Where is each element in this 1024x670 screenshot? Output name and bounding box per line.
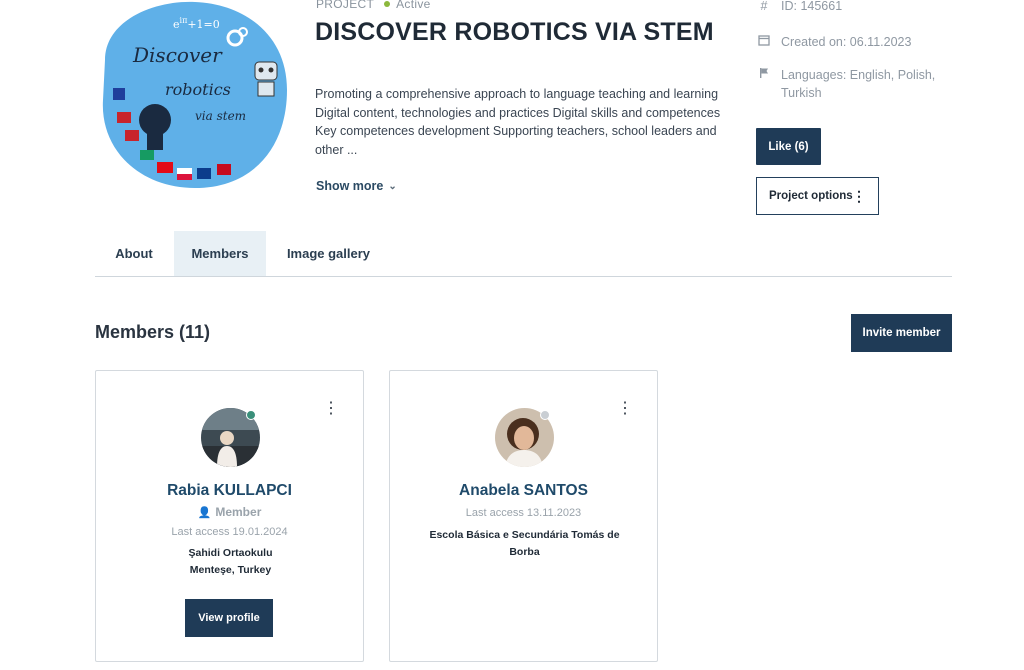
created-date-text: Created on: 06.11.2023 — [781, 35, 912, 49]
invite-member-button[interactable]: Invite member — [851, 314, 952, 352]
member-school: Escola Básica e Secundária Tomás de Borb… — [410, 527, 639, 561]
chevron-down-icon: ⌄ — [388, 181, 397, 192]
kebab-menu-icon: ⋮ — [852, 188, 866, 204]
project-type-label: PROJECT — [316, 0, 375, 11]
tab-about[interactable]: About — [95, 231, 173, 276]
tab-members[interactable]: Members — [174, 231, 266, 276]
member-school: Şahidi Ortaokulu Menteşe, Turkey — [116, 545, 345, 579]
member-card: ⋮ Rabia KULLAPCI 👤 Member Last access 19.… — [95, 370, 364, 662]
card-menu-icon[interactable]: ⋮ — [617, 401, 633, 417]
languages-text: Languages: English, Polish, Turkish — [781, 68, 936, 100]
school-name: Escola Básica e Secundária Tomás de — [429, 529, 620, 541]
member-role-label: Member — [215, 505, 262, 519]
last-access: Last access 13.11.2023 — [465, 507, 582, 519]
project-description: Promoting a comprehensive approach to la… — [315, 87, 721, 157]
project-kicker: PROJECT Active — [316, 0, 431, 11]
project-id-text: ID: 145661 — [781, 0, 843, 13]
project-status: Active — [396, 0, 431, 11]
show-more-link[interactable]: Show more ⌄ — [316, 179, 397, 193]
online-status-dot — [246, 410, 256, 420]
offline-status-dot — [540, 410, 550, 420]
school-location: Menteşe, Turkey — [189, 564, 272, 576]
active-status-dot — [384, 1, 391, 8]
school-name: Şahidi Ortaokulu — [188, 547, 273, 559]
project-tabs: About Members Image gallery — [95, 231, 952, 277]
project-options-button[interactable]: Project options ⋮ — [756, 177, 879, 215]
show-more-label: Show more — [316, 179, 384, 193]
member-name[interactable]: Anabela SANTOS — [390, 482, 657, 500]
members-heading: Members (11) — [95, 322, 211, 342]
hash-icon: # — [760, 0, 768, 13]
svg-text:via stem: via stem — [195, 109, 246, 123]
member-name[interactable]: Rabia KULLAPCI — [96, 482, 363, 500]
school-location: Borba — [509, 546, 540, 558]
calendar-icon — [757, 33, 771, 51]
page-title: DISCOVER ROBOTICS VIA STEM — [315, 18, 714, 46]
svg-text:Discover: Discover — [132, 43, 223, 67]
like-button[interactable]: Like (6) — [756, 128, 821, 165]
last-access: Last access 19.01.2024 — [171, 526, 288, 538]
tab-image-gallery[interactable]: Image gallery — [277, 231, 380, 276]
svg-text:robotics: robotics — [165, 80, 231, 99]
person-icon: 👤 — [197, 507, 212, 519]
view-profile-button[interactable]: View profile — [185, 599, 273, 637]
project-logo: eiπ+1=0 Discover robotics via stem — [95, 0, 290, 190]
card-menu-icon[interactable]: ⋮ — [323, 401, 339, 417]
flag-icon — [757, 66, 771, 84]
member-role: 👤 Member — [96, 505, 363, 519]
project-options-label: Project options — [769, 190, 853, 202]
member-card: ⋮ Anabela SANTOS Last access 13.11.2023 … — [389, 370, 658, 662]
